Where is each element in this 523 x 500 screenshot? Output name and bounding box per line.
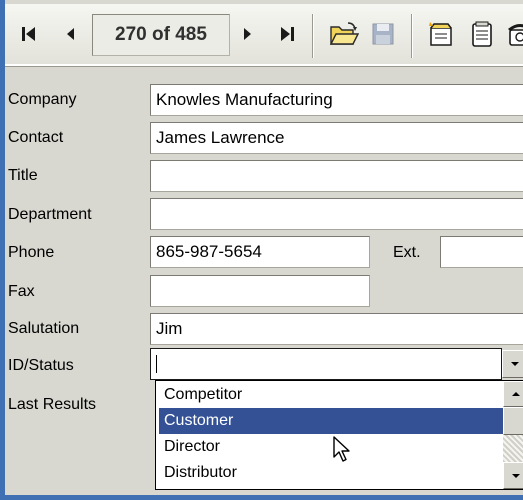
phone-field[interactable]: 865-987-5654: [150, 236, 370, 268]
contact-label: Contact: [8, 129, 64, 146]
chevron-up-icon: [512, 392, 520, 396]
contact-form-window: 270 of 485 Company Knowles Manufacturing…: [0, 0, 523, 500]
dropdown-scrollbar[interactable]: [503, 381, 523, 489]
previous-record-icon: [67, 28, 74, 40]
mouse-pointer-icon: [333, 436, 350, 462]
id-status-dropdown-list: Competitor Customer Director Distributor: [155, 380, 523, 490]
notepad-button[interactable]: [467, 18, 497, 50]
fax-field[interactable]: [150, 275, 370, 307]
toolbar-divider-shadow: [5, 66, 523, 67]
previous-record-button[interactable]: [63, 24, 77, 44]
chevron-down-icon: [512, 473, 520, 478]
new-note-icon: [429, 22, 452, 46]
chevron-down-icon: [511, 362, 519, 366]
salutation-label: Salutation: [8, 320, 80, 337]
salutation-field[interactable]: Jim: [150, 313, 523, 345]
department-field[interactable]: [150, 198, 523, 230]
text-caret: [156, 355, 157, 373]
new-note-button[interactable]: [425, 18, 459, 50]
scroll-thumb[interactable]: [503, 407, 523, 435]
title-field[interactable]: [150, 160, 523, 192]
scroll-down-button[interactable]: [503, 462, 523, 489]
phone-icon: [508, 24, 523, 46]
toolbar-separator-2: [411, 14, 413, 58]
company-field[interactable]: Knowles Manufacturing: [150, 84, 523, 116]
fax-label: Fax: [8, 283, 35, 300]
last-record-button[interactable]: [277, 24, 297, 44]
contact-field[interactable]: James Lawrence: [150, 122, 523, 154]
ext-field[interactable]: [440, 236, 523, 268]
save-disk-icon: [372, 23, 394, 45]
last-results-label: Last Results: [8, 396, 97, 413]
toolbar: 270 of 485: [5, 4, 523, 64]
phone-button[interactable]: [505, 18, 523, 50]
id-status-label: ID/Status: [8, 357, 74, 374]
first-record-icon: [22, 27, 35, 41]
save-button[interactable]: [369, 20, 397, 48]
department-label: Department: [8, 206, 92, 223]
title-label: Title: [8, 167, 38, 184]
id-status-dropdown-button[interactable]: [502, 350, 523, 378]
record-position: 270 of 485: [92, 14, 230, 56]
phone-label: Phone: [8, 244, 55, 261]
next-record-button[interactable]: [241, 24, 255, 44]
toolbar-separator: [312, 14, 314, 58]
open-button[interactable]: [327, 18, 361, 50]
dropdown-option-customer[interactable]: Customer: [159, 408, 504, 434]
open-folder-icon: [329, 22, 359, 45]
scroll-up-button[interactable]: [503, 381, 523, 407]
first-record-button[interactable]: [19, 24, 39, 44]
notepad-icon: [472, 21, 492, 47]
company-label: Company: [8, 91, 77, 108]
id-status-combo[interactable]: [150, 348, 502, 380]
next-record-icon: [244, 28, 251, 40]
last-record-icon: [281, 27, 294, 41]
ext-label: Ext.: [393, 244, 421, 261]
dropdown-option-competitor[interactable]: Competitor: [159, 382, 504, 408]
scroll-track[interactable]: [503, 435, 523, 462]
